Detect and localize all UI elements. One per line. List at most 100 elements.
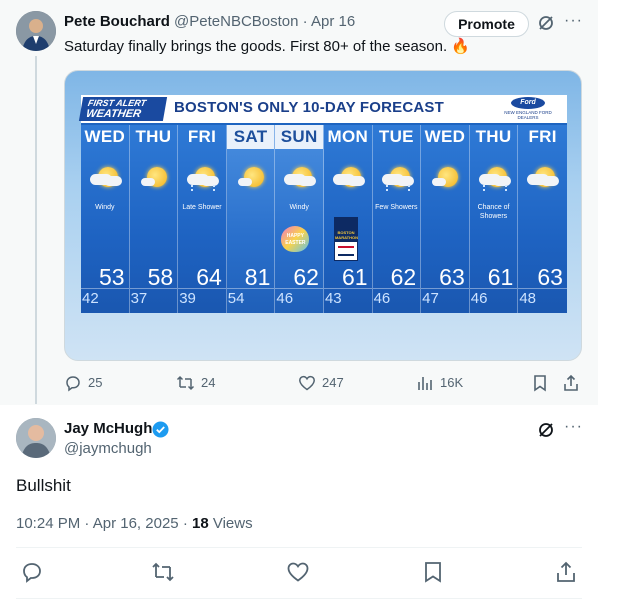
view-count: 16K	[440, 375, 464, 390]
showers-icon	[381, 163, 414, 191]
partly-cloudy-icon	[284, 163, 317, 189]
separator: ·	[182, 515, 188, 532]
analytics-icon	[418, 377, 432, 390]
mostly-sunny-icon	[139, 163, 171, 189]
high-temp: 63	[439, 264, 465, 290]
avatar[interactable]	[16, 418, 56, 458]
like-button[interactable]: 247	[298, 373, 344, 393]
tweet-date[interactable]: Apr 16, 2025	[93, 515, 179, 532]
thread-line	[35, 56, 37, 404]
low-temp: 42	[82, 290, 99, 307]
forecast-header: FIRST ALERT WEATHER BOSTON'S ONLY 10-DAY…	[78, 95, 567, 123]
fire-emoji: 🔥	[451, 38, 470, 55]
tweet-text-content: Saturday finally brings the goods. First…	[64, 38, 448, 55]
reply-button[interactable]	[20, 560, 44, 584]
grok-icon[interactable]	[537, 421, 555, 444]
low-temp: 47	[422, 290, 439, 307]
tweet-actions	[16, 560, 582, 584]
more-options-icon[interactable]: ···	[564, 12, 583, 30]
timeline: Pete Bouchard @PeteNBCBoston · Apr 16 Pr…	[0, 0, 598, 606]
partly-cloudy-icon	[90, 163, 122, 189]
right-gutter	[599, 0, 619, 606]
bookmark-button[interactable]	[421, 560, 445, 584]
grok-icon[interactable]	[537, 14, 555, 37]
bookmark-icon	[534, 375, 546, 392]
showers-icon	[187, 163, 220, 191]
showers-icon	[478, 163, 511, 191]
high-temp: 81	[244, 264, 271, 290]
forecast-day-7: WED 63 47	[421, 125, 470, 313]
low-temp: 43	[324, 290, 342, 307]
day-name: FRI	[528, 127, 557, 146]
bookmark-button[interactable]	[532, 373, 548, 393]
views-button[interactable]: 16K	[416, 373, 463, 393]
condition-label: Late Shower	[182, 204, 222, 211]
like-count: 247	[322, 375, 344, 390]
promote-button[interactable]: Promote	[444, 11, 529, 37]
condition-label: Few Showers	[375, 204, 418, 211]
low-temp: 37	[130, 290, 148, 307]
first-alert-weather-logo: FIRST ALERT WEATHER	[78, 97, 168, 121]
share-button[interactable]	[554, 560, 578, 584]
boston-marathon-badge: BOSTON MARATHON	[333, 217, 358, 261]
low-temp: 46	[373, 290, 391, 307]
tweet-meta: 10:24 PM · Apr 16, 2025 · 18 Views	[16, 514, 253, 534]
views-label: Views	[212, 515, 253, 532]
day-name: WED	[84, 127, 126, 146]
avatar[interactable]	[16, 11, 56, 51]
bookmark-icon	[425, 562, 441, 583]
forecast-day-8: THU Chance of Showers 61 46	[469, 125, 519, 313]
reply-button[interactable]: 25	[64, 373, 102, 393]
display-name[interactable]: Pete Bouchard	[64, 13, 170, 30]
share-button[interactable]	[562, 373, 580, 393]
high-temp: 53	[99, 264, 125, 290]
mostly-sunny-icon	[430, 163, 462, 189]
forecast-title: BOSTON'S ONLY 10-DAY FORECAST	[174, 99, 444, 116]
tweet-media-image[interactable]: FIRST ALERT WEATHER BOSTON'S ONLY 10-DAY…	[64, 70, 582, 361]
high-temp: 61	[341, 264, 368, 290]
bank-logo-icon	[337, 246, 354, 256]
day-name: SUN	[275, 125, 323, 149]
forecast-day-9: FRI 63 48	[518, 125, 567, 313]
tweet-header: Pete Bouchard @PeteNBCBoston · Apr 16	[64, 12, 355, 32]
high-temp: 62	[293, 264, 319, 290]
easter-egg-badge: HAPPY EASTER	[281, 226, 310, 252]
condition-label: Windy	[289, 204, 309, 211]
tweet-actions: 25 24 247 16K	[64, 373, 584, 393]
user-handle[interactable]: @jaymchugh	[64, 439, 152, 459]
share-icon	[564, 374, 578, 391]
display-name[interactable]: Jay McHugh	[64, 419, 152, 439]
day-name: THU	[475, 127, 512, 146]
share-icon	[557, 561, 575, 582]
separator: ·	[302, 13, 308, 30]
partly-cloudy-icon	[332, 163, 365, 189]
repost-icon	[152, 562, 174, 582]
forecast-day-5: MON BOSTON MARATHON 61 43	[323, 125, 373, 313]
tweet-text: Saturday finally brings the goods. First…	[64, 37, 470, 57]
heart-icon	[287, 562, 309, 582]
low-temp: 54	[227, 290, 245, 307]
user-handle[interactable]: @PeteNBCBoston	[174, 13, 298, 30]
repost-count: 24	[201, 375, 216, 390]
day-name: SAT	[226, 125, 275, 149]
repost-button[interactable]	[151, 560, 175, 584]
low-temp: 46	[470, 290, 488, 307]
divider	[16, 598, 582, 599]
like-button[interactable]	[286, 560, 310, 584]
forecast-day-0: WED Windy 53 42	[81, 125, 130, 313]
day-name: THU	[135, 127, 172, 146]
tweet[interactable]: Pete Bouchard @PeteNBCBoston · Apr 16 Pr…	[0, 0, 598, 405]
low-temp: 48	[519, 290, 537, 307]
day-name: FRI	[187, 127, 217, 146]
forecast-day-1: THU 58 37	[129, 125, 179, 313]
tweet-date[interactable]: Apr 16	[311, 13, 355, 30]
condition-label: Windy	[95, 204, 115, 211]
tweet-time[interactable]: 10:24 PM	[16, 515, 80, 532]
high-temp: 58	[147, 264, 174, 290]
reply-tweet[interactable]: Jay McHugh @jaymchugh ··· Bullshit 10:24…	[0, 405, 598, 606]
more-options-icon[interactable]: ···	[564, 418, 583, 436]
low-temp: 46	[276, 290, 294, 307]
partly-cloudy-icon	[527, 163, 560, 189]
day-name: MON	[327, 127, 369, 146]
repost-button[interactable]: 24	[176, 373, 215, 393]
